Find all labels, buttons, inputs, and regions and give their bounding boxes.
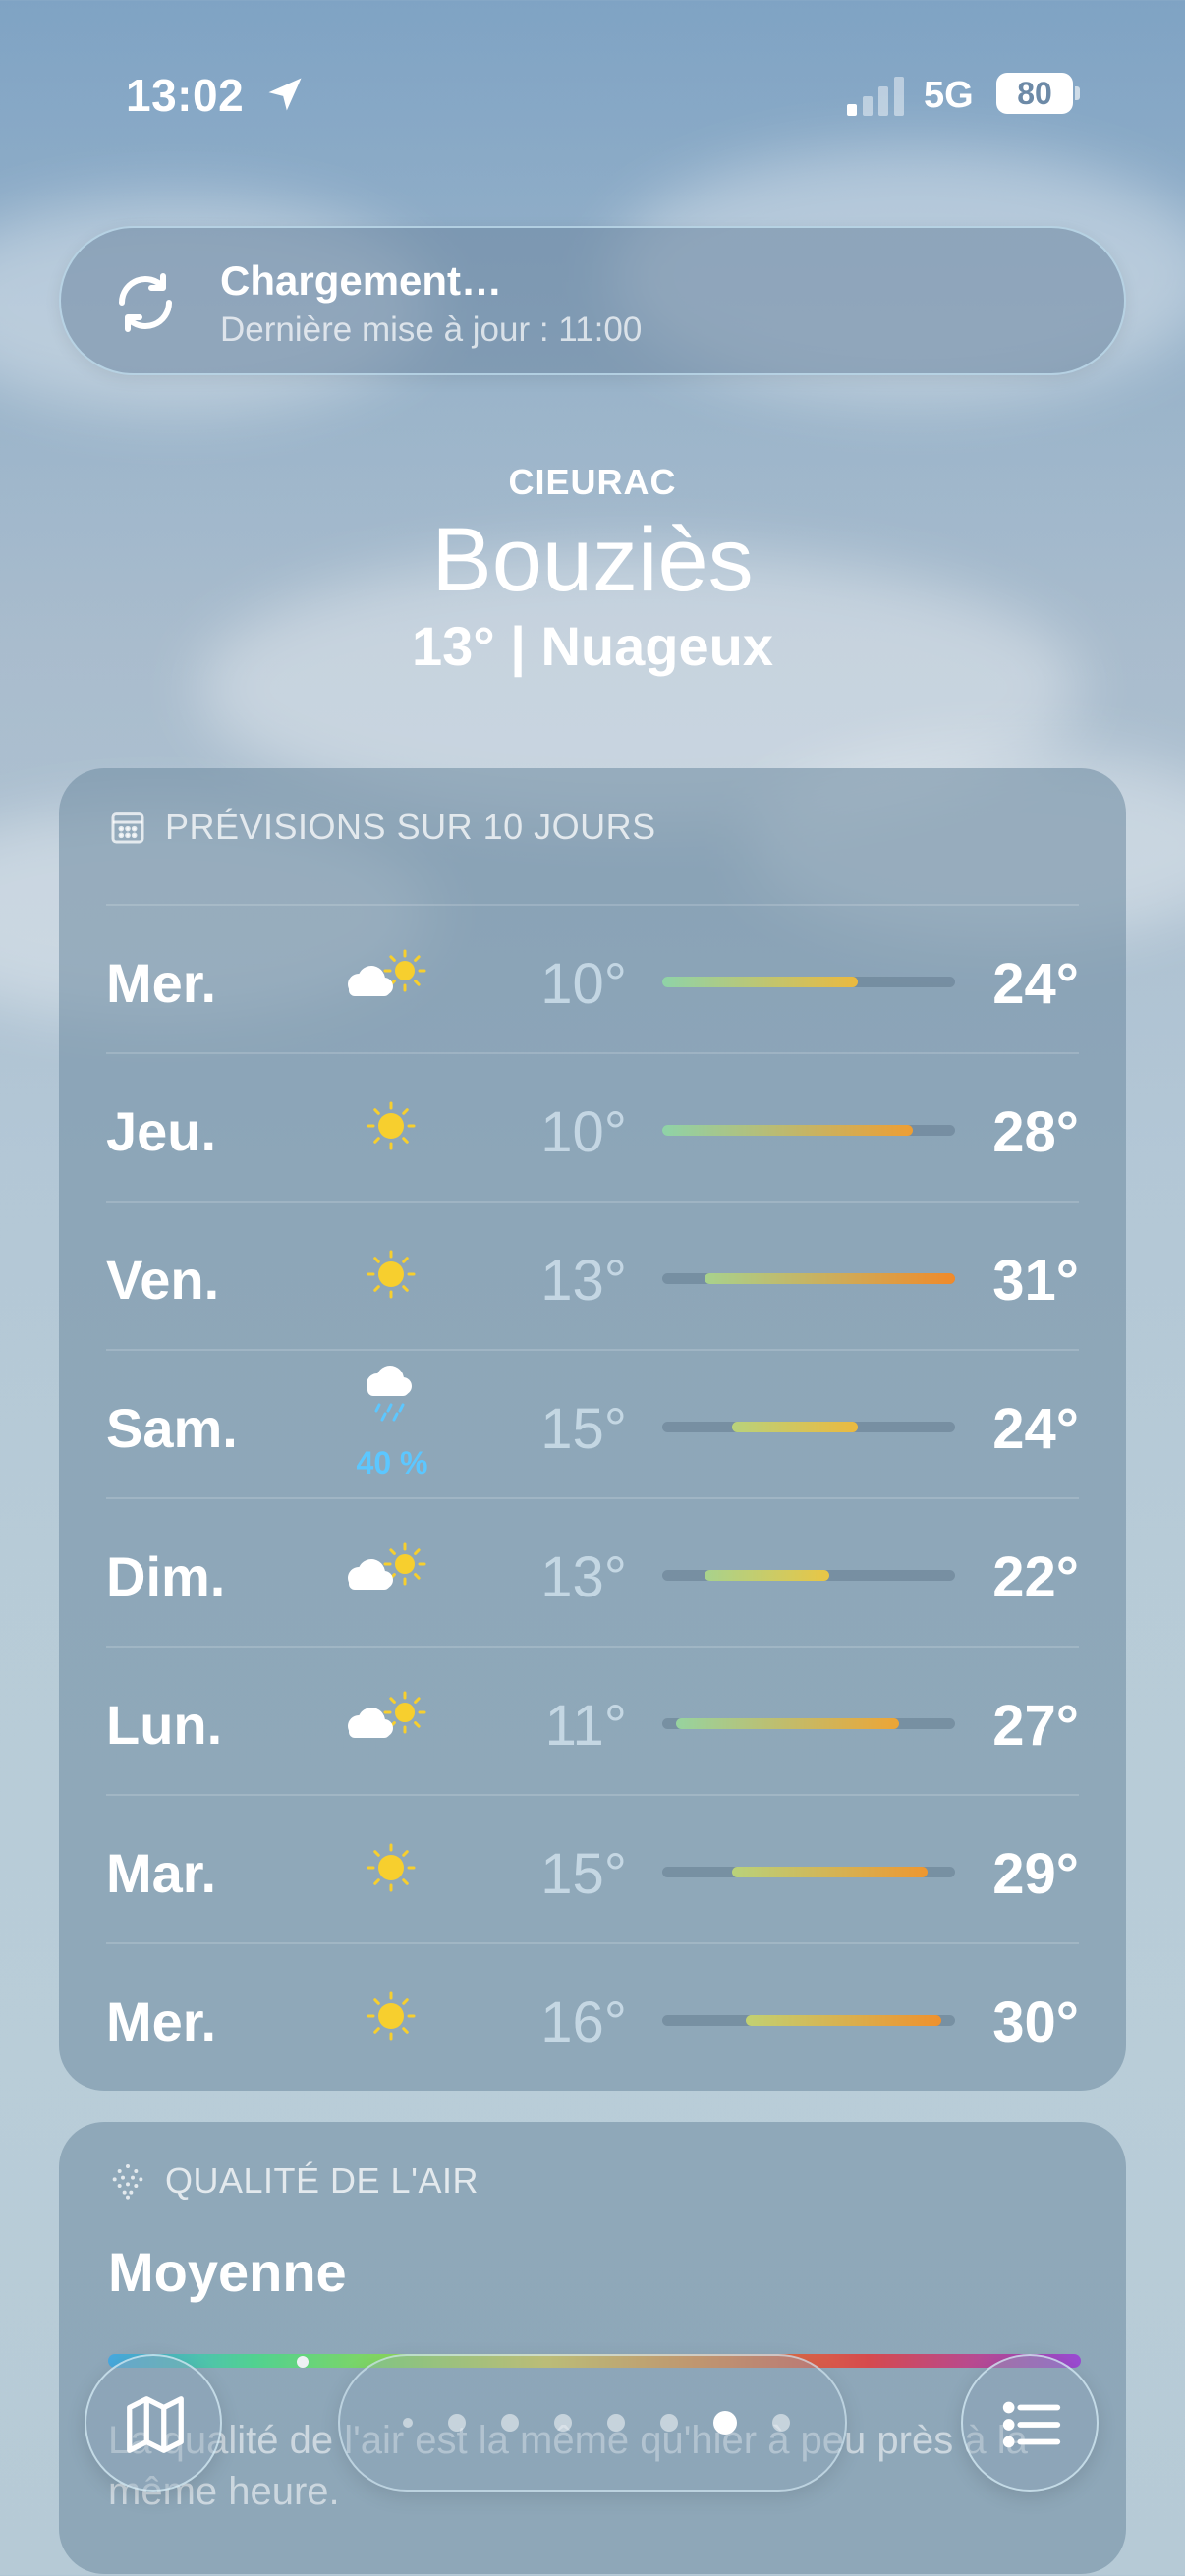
forecast-row[interactable]: Sam. 40 % 15° 24° — [106, 1349, 1079, 1497]
forecast-day: Jeu. — [106, 1100, 217, 1162]
forecast-row[interactable]: Ven. 13° 31° — [106, 1201, 1079, 1349]
network-type: 5G — [924, 75, 974, 116]
current-conditions: 13° | Nuageux — [412, 615, 773, 678]
loading-title: Chargement… — [220, 257, 503, 304]
battery-icon: 80 — [996, 73, 1081, 114]
air-quality-marker — [297, 2356, 309, 2368]
forecast-title: PRÉVISIONS SUR 10 JOURS — [165, 807, 656, 847]
high-temperature: 22° — [992, 1545, 1079, 1609]
temperature-range-fill — [662, 1125, 914, 1136]
temperature-range-bar — [662, 1867, 955, 1877]
calendar-icon — [111, 812, 144, 844]
sun-icon — [342, 1972, 440, 2060]
temperature-range-bar — [662, 1273, 955, 1284]
forecast-day: Ven. — [106, 1249, 220, 1311]
temperature-range-fill — [731, 1422, 858, 1432]
last-update-text: Dernière mise à jour : 11:00 — [220, 310, 643, 349]
forecast-day: Mar. — [106, 1842, 217, 1904]
refresh-status-banner[interactable]: Chargement… Dernière mise à jour : 11:00 — [59, 226, 1126, 375]
locations-list-button[interactable] — [961, 2354, 1099, 2492]
temperature-range-bar — [662, 1570, 955, 1581]
temperature-range-bar — [662, 2015, 955, 2026]
temperature-range-fill — [704, 1273, 955, 1284]
low-temperature: 15° — [540, 1397, 627, 1461]
partly-cloudy-icon — [342, 1527, 440, 1615]
sun-icon — [342, 1230, 440, 1318]
forecast-header: PRÉVISIONS SUR 10 JOURS — [108, 806, 656, 849]
location-page-indicator[interactable] — [338, 2354, 847, 2492]
page-dot[interactable] — [660, 2414, 678, 2432]
location-header: CIEURAC Bouziès 13° | Nuageux — [0, 462, 1185, 678]
status-bar: 13:02 5G 80 — [0, 69, 1185, 128]
temperature-range-bar — [662, 1718, 955, 1729]
forecast-day: Dim. — [106, 1545, 226, 1607]
page-dots — [403, 2356, 825, 2490]
temperature-range-fill — [662, 977, 858, 987]
page-dot[interactable] — [607, 2414, 625, 2432]
low-temperature: 10° — [540, 952, 627, 1016]
temperature-range-bar — [662, 1422, 955, 1432]
low-temperature: 13° — [540, 1249, 627, 1313]
temperature-range-fill — [746, 2015, 941, 2026]
forecast-list: Mer. 10° 24° Jeu. 10° 28° Ven. 13° 31° Sam. 40 %… — [106, 904, 1079, 2091]
forecast-day: Mer. — [106, 1990, 217, 2052]
temperature-range-fill — [676, 1718, 900, 1729]
low-temperature: 10° — [540, 1100, 627, 1164]
city-name: Bouziès — [431, 510, 754, 610]
forecast-row[interactable]: Mar. 15° 29° — [106, 1794, 1079, 1942]
sun-icon — [342, 1082, 440, 1170]
high-temperature: 24° — [992, 1397, 1079, 1461]
location-arrow-icon — [268, 78, 302, 111]
page-dot-active[interactable] — [713, 2411, 737, 2435]
region-name: CIEURAC — [508, 462, 677, 502]
high-temperature: 31° — [992, 1249, 1079, 1313]
partly-cloudy-icon — [342, 933, 440, 1022]
air-particles-icon — [112, 2164, 143, 2200]
forecast-row[interactable]: Jeu. 10° 28° — [106, 1052, 1079, 1201]
low-temperature: 11° — [544, 1694, 627, 1758]
temperature-range-bar — [662, 977, 955, 987]
air-quality-header: QUALITÉ DE L'AIR — [108, 2159, 479, 2203]
high-temperature: 29° — [992, 1842, 1079, 1906]
list-icon — [1002, 2401, 1061, 2448]
status-time: 13:02 — [126, 70, 245, 121]
battery-level: 80 — [996, 73, 1073, 114]
forecast-row[interactable]: Mer. 16° 30° — [106, 1942, 1079, 2091]
sun-icon — [342, 1823, 440, 1912]
forecast-row[interactable]: Lun. 11° 27° — [106, 1646, 1079, 1794]
cellular-signal-icon — [847, 77, 904, 116]
page-dot[interactable] — [501, 2414, 519, 2432]
low-temperature: 15° — [540, 1842, 627, 1906]
forecast-row[interactable]: Mer. 10° 24° — [106, 904, 1079, 1052]
forecast-day: Mer. — [106, 952, 217, 1014]
map-button[interactable] — [85, 2354, 222, 2492]
air-quality-value: Moyenne — [108, 2241, 347, 2303]
temperature-range-fill — [731, 1867, 928, 1877]
page-dot[interactable] — [772, 2414, 790, 2432]
page-dot[interactable] — [554, 2414, 572, 2432]
air-quality-card[interactable]: QUALITÉ DE L'AIR Moyenne La qualité de l… — [59, 2122, 1126, 2574]
rain-cloud-icon — [342, 1361, 440, 1449]
low-temperature: 16° — [540, 1990, 627, 2054]
sync-icon — [119, 273, 172, 332]
ten-day-forecast-card[interactable]: PRÉVISIONS SUR 10 JOURS Mer. 10° 24° Jeu. 1… — [59, 768, 1126, 2091]
temperature-range-fill — [704, 1570, 830, 1581]
partly-cloudy-icon — [342, 1675, 440, 1764]
temperature-range-bar — [662, 1125, 955, 1136]
low-temperature: 13° — [540, 1545, 627, 1609]
page-dot[interactable] — [448, 2414, 466, 2432]
forecast-day: Sam. — [106, 1397, 238, 1459]
high-temperature: 28° — [992, 1100, 1079, 1164]
page-dot[interactable] — [403, 2418, 413, 2428]
high-temperature: 30° — [992, 1990, 1079, 2054]
high-temperature: 24° — [992, 952, 1079, 1016]
forecast-day: Lun. — [106, 1694, 223, 1756]
forecast-row[interactable]: Dim. 13° 22° — [106, 1497, 1079, 1646]
air-quality-title: QUALITÉ DE L'AIR — [165, 2160, 479, 2201]
map-icon — [127, 2396, 184, 2453]
precipitation-chance: 40 % — [356, 1445, 428, 1481]
high-temperature: 27° — [992, 1694, 1079, 1758]
